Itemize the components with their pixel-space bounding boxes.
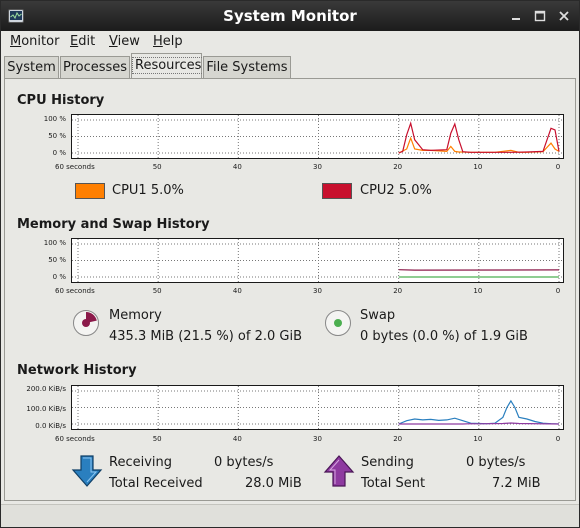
total-received-value: 28.0 MiB [245,476,302,491]
system-monitor-window: System Monitor Monitor Edit View Help Sy… [0,0,580,528]
cpu-x-tick-label: 0 [555,163,561,171]
network-history-title: Network History [17,363,137,378]
cpu1-value: 5.0% [150,183,184,198]
status-bar [1,504,579,527]
menu-view[interactable]: View [109,34,140,49]
mem-y-label-100: 100 % [43,239,66,247]
receiving-label: Receiving [109,455,173,470]
swap-label: Swap [360,308,396,323]
cpu-history-svg [72,115,563,158]
sending-value: 0 bytes/s [466,455,526,470]
resources-panel: CPU History 100 % 50 % 0 % CPU1 5.0% CPU… [4,78,576,501]
mem-x-tick-label: 40 [232,287,242,295]
cpu-y-label-100: 100 % [43,115,66,123]
mem-y-label-0: 0 % [52,273,66,281]
net-x-tick-label: 40 [232,435,242,443]
tab-resources-label: Resources [132,57,205,74]
cpu-y-label-0: 0 % [52,149,66,157]
title-bar[interactable]: System Monitor [1,1,579,31]
mem-x-tick-label: 50 [152,287,162,295]
tab-processes[interactable]: Processes [60,56,130,78]
sending-label: Sending [361,455,414,470]
cpu-x-tick-label: 40 [232,163,242,171]
swap-usage-pie[interactable] [324,309,352,337]
menu-monitor[interactable]: Monitor [10,34,59,49]
window-title: System Monitor [223,7,357,25]
cpu-x-tick-label: 50 [152,163,162,171]
network-history-graph [71,385,564,430]
menu-edit[interactable]: Edit [70,34,95,49]
pie-center [334,319,342,327]
net-y-label-200: 200.0 KiB/s [26,385,66,393]
mem-x-tick-label: 10 [473,287,483,295]
net-x-tick-label: 60 seconds [55,435,95,443]
net-y-label-0: 0.0 KiB/s [35,422,66,430]
cpu1-label: CPU1 5.0% [112,183,184,198]
net-x-tick-label: 10 [473,435,483,443]
cpu1-color-swatch[interactable] [75,183,105,199]
tab-resources[interactable]: Resources [131,53,205,78]
menu-bar: Monitor Edit View Help [1,31,579,53]
receiving-value: 0 bytes/s [214,455,274,470]
cpu2-value: 5.0% [398,183,432,198]
cpu-x-tick-label: 10 [473,163,483,171]
memory-history-svg [72,239,563,282]
tab-file-systems[interactable]: File Systems [203,56,291,78]
close-icon[interactable] [556,8,572,24]
memory-value: 435.3 MiB (21.5 %) of 2.0 GiB [109,329,303,344]
net-y-label-100: 100.0 KiB/s [26,405,66,413]
cpu-history-graph [71,114,564,159]
minimize-icon[interactable] [508,8,524,24]
cpu-history-title: CPU History [17,93,105,108]
memory-history-graph [71,238,564,283]
memory-history-title: Memory and Swap History [17,217,210,232]
cpu2-name: CPU2 [360,183,395,198]
sending-arrow-icon[interactable] [323,454,355,488]
memory-label: Memory [109,308,162,323]
net-x-tick-label: 20 [393,435,403,443]
receiving-arrow-icon[interactable] [71,454,103,488]
maximize-icon[interactable] [532,8,548,24]
net-x-tick-label: 30 [313,435,322,443]
total-received-label: Total Received [109,476,203,491]
tab-bar: System Processes Resources File Systems [1,53,579,78]
cpu1-name: CPU1 [112,183,147,198]
menu-view-rest: iew [117,34,140,49]
cpu-x-tick-label: 30 [313,163,322,171]
cpu-x-tick-label: 20 [393,163,403,171]
memory-usage-pie[interactable] [72,309,100,337]
network-history-svg [72,386,563,429]
net-x-tick-label: 50 [152,435,162,443]
cpu-x-tick-label: 60 seconds [55,163,95,171]
cpu2-color-swatch[interactable] [322,183,352,199]
net-x-tick-label: 0 [555,435,561,443]
mem-y-label-50: 50 % [48,256,66,264]
menu-help[interactable]: Help [153,34,183,49]
total-sent-label: Total Sent [361,476,426,491]
mem-x-tick-label: 60 seconds [55,287,95,295]
swap-value: 0 bytes (0.0 %) of 1.9 GiB [360,329,528,344]
cpu2-label: CPU2 5.0% [360,183,432,198]
mem-x-tick-label: 0 [555,287,561,295]
tab-system[interactable]: System [4,56,59,78]
mem-x-tick-label: 20 [393,287,403,295]
total-sent-value: 7.2 MiB [492,476,541,491]
menu-help-rest: elp [162,34,183,49]
menu-monitor-rest: onitor [21,34,60,49]
mem-x-tick-label: 30 [313,287,322,295]
menu-edit-rest: dit [78,34,96,49]
pie-center [82,319,90,327]
cpu-y-label-50: 50 % [48,132,66,140]
